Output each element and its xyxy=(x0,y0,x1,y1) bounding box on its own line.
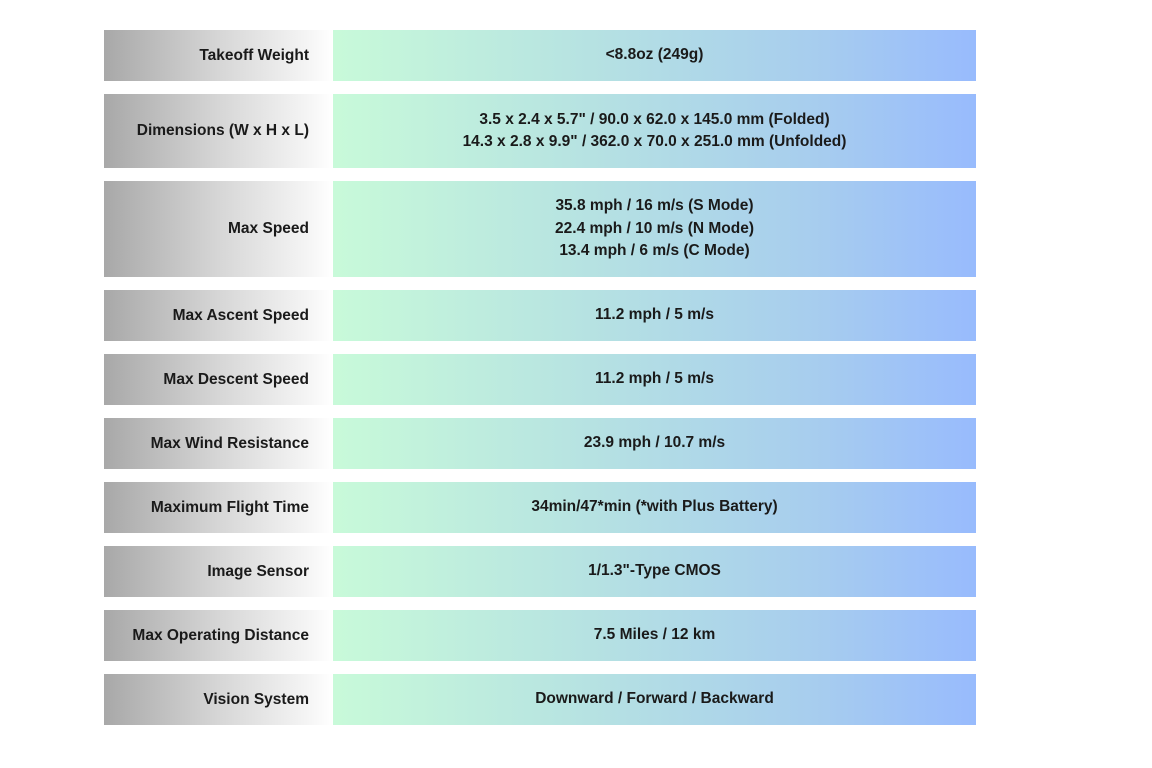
spec-row-max-operating-distance: Max Operating Distance 7.5 Miles / 12 km xyxy=(104,610,976,661)
spec-value: Downward / Forward / Backward xyxy=(333,674,976,725)
spec-value: 1/1.3"-Type CMOS xyxy=(333,546,976,597)
spec-value: 3.5 x 2.4 x 5.7" / 90.0 x 62.0 x 145.0 m… xyxy=(333,94,976,168)
spec-table: Takeoff Weight <8.8oz (249g) Dimensions … xyxy=(104,30,976,738)
spec-row-vision-system: Vision System Downward / Forward / Backw… xyxy=(104,674,976,725)
spec-value: 35.8 mph / 16 m/s (S Mode) 22.4 mph / 10… xyxy=(333,181,976,277)
spec-value-line: 23.9 mph / 10.7 m/s xyxy=(583,434,726,452)
spec-value-line: 11.2 mph / 5 m/s xyxy=(595,306,714,324)
spec-value: 7.5 Miles / 12 km xyxy=(333,610,976,661)
spec-value-line: 13.4 mph / 6 m/s (C Mode) xyxy=(559,242,750,260)
spec-row-max-wind-resistance: Max Wind Resistance 23.9 mph / 10.7 m/s xyxy=(104,418,976,469)
spec-value-line: 22.4 mph / 10 m/s (N Mode) xyxy=(555,219,754,237)
spec-label: Max Operating Distance xyxy=(104,610,333,661)
spec-value-line: Downward / Forward / Backward xyxy=(535,690,774,708)
spec-label: Dimensions (W x H x L) xyxy=(104,94,333,168)
spec-value-line: 3.5 x 2.4 x 5.7" / 90.0 x 62.0 x 145.0 m… xyxy=(479,110,830,128)
spec-value-line: 34min/47*min (*with Plus Battery) xyxy=(531,498,778,516)
spec-row-takeoff-weight: Takeoff Weight <8.8oz (249g) xyxy=(104,30,976,81)
spec-label: Takeoff Weight xyxy=(104,30,333,81)
spec-row-max-ascent-speed: Max Ascent Speed 11.2 mph / 5 m/s xyxy=(104,290,976,341)
spec-label: Max Descent Speed xyxy=(104,354,333,405)
spec-label: Max Speed xyxy=(104,181,333,277)
spec-label: Maximum Flight Time xyxy=(104,482,333,533)
spec-value-line: 14.3 x 2.8 x 9.9" / 362.0 x 70.0 x 251.0… xyxy=(462,133,847,150)
spec-row-max-speed: Max Speed 35.8 mph / 16 m/s (S Mode) 22.… xyxy=(104,181,976,277)
spec-value-line: 7.5 Miles / 12 km xyxy=(593,626,716,644)
spec-value: <8.8oz (249g) xyxy=(333,30,976,81)
spec-value: 11.2 mph / 5 m/s xyxy=(333,354,976,405)
spec-label: Image Sensor xyxy=(104,546,333,597)
spec-label: Vision System xyxy=(104,674,333,725)
spec-row-image-sensor: Image Sensor 1/1.3"-Type CMOS xyxy=(104,546,976,597)
spec-row-maximum-flight-time: Maximum Flight Time 34min/47*min (*with … xyxy=(104,482,976,533)
spec-row-dimensions: Dimensions (W x H x L) 3.5 x 2.4 x 5.7" … xyxy=(104,94,976,168)
spec-value-line: 1/1.3"-Type CMOS xyxy=(588,562,721,580)
spec-row-max-descent-speed: Max Descent Speed 11.2 mph / 5 m/s xyxy=(104,354,976,405)
spec-value: 34min/47*min (*with Plus Battery) xyxy=(333,482,976,533)
spec-label: Max Ascent Speed xyxy=(104,290,333,341)
spec-label: Max Wind Resistance xyxy=(104,418,333,469)
spec-value-line: 35.8 mph / 16 m/s (S Mode) xyxy=(555,197,754,215)
spec-value-line: 11.2 mph / 5 m/s xyxy=(595,370,714,388)
spec-value: 23.9 mph / 10.7 m/s xyxy=(333,418,976,469)
spec-value-line: <8.8oz (249g) xyxy=(605,46,704,64)
spec-value: 11.2 mph / 5 m/s xyxy=(333,290,976,341)
